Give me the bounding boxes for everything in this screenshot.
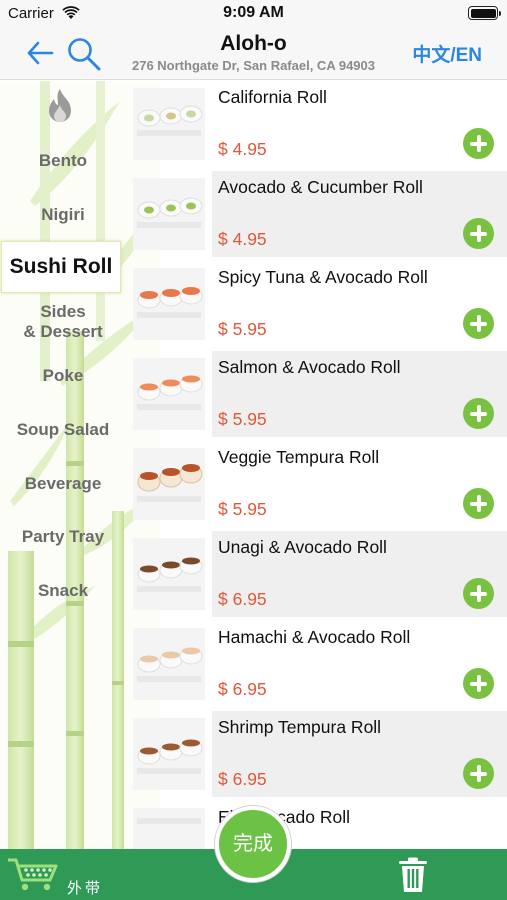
menu-item[interactable]: Spicy Tuna & Avocado Roll $ 5.95 [132,261,507,347]
add-item-button[interactable] [463,128,494,159]
item-price: $ 4.95 [218,229,267,249]
item-price: $ 4.95 [218,139,267,159]
item-name: Veggie Tempura Roll [218,447,380,467]
item-price: $ 5.95 [218,409,267,429]
ebi-avocado-roll-photo [133,808,205,849]
add-item-button[interactable] [463,218,494,249]
item-name: California Roll [218,87,327,107]
item-name: Spicy Tuna & Avocado Roll [218,267,428,287]
add-item-button[interactable] [463,758,494,789]
item-name: Unagi & Avocado Roll [218,537,387,557]
hamachi-avocado-roll-photo [133,628,205,700]
salmon-avocado-roll-photo [133,358,205,430]
category-soup-salad[interactable]: Soup Salad [0,420,126,440]
spicy-tuna-avocado-roll-photo [133,268,205,340]
status-bar: Carrier 9:09 AM [0,0,507,28]
item-name: Hamachi & Avocado Roll [218,627,411,647]
trash-icon[interactable] [397,857,429,893]
menu-content: Bento Nigiri Sushi Roll Sides & Dessert … [0,81,507,849]
menu-item[interactable]: Ebi Avocado Roll [132,801,507,849]
category-party-tray[interactable]: Party Tray [0,527,126,547]
takeout-label: 外带 [67,880,104,897]
nav-bar: Aloh-o 276 Northgate Dr, San Rafael, CA … [0,28,507,80]
done-button[interactable]: 完成 [215,806,291,882]
shrimp-tempura-roll-photo [133,718,205,790]
category-sides-dessert[interactable]: Sides & Dessert [0,302,126,342]
menu-item[interactable]: Shrimp Tempura Roll $ 6.95 [132,711,507,797]
add-item-button[interactable] [463,308,494,339]
category-poke[interactable]: Poke [0,366,126,386]
item-name: Avocado & Cucumber Roll [218,177,423,197]
avocado-cucumber-roll-photo [133,178,205,250]
add-item-button[interactable] [463,668,494,699]
category-sushi-roll[interactable]: Sushi Roll [1,241,121,293]
category-snack[interactable]: Snack [0,581,126,601]
menu-item[interactable]: California Roll $ 4.95 [132,81,507,167]
menu-item[interactable]: Avocado & Cucumber Roll $ 4.95 [132,171,507,257]
item-price: $ 6.95 [218,679,267,699]
item-price: $ 6.95 [218,589,267,609]
item-price: $ 5.95 [218,499,267,519]
add-item-button[interactable] [463,578,494,609]
fire-icon[interactable] [43,87,77,125]
veggie-tempura-roll-photo [133,448,205,520]
language-toggle-button[interactable]: 中文/EN [412,40,482,67]
category-beverage[interactable]: Beverage [0,474,126,494]
cart-icon[interactable] [6,856,64,894]
unagi-avocado-roll-photo [133,538,205,610]
add-item-button[interactable] [463,488,494,519]
california-roll-photo [133,88,205,160]
menu-item[interactable]: Unagi & Avocado Roll $ 6.95 [132,531,507,617]
category-nigiri[interactable]: Nigiri [0,205,126,225]
menu-item[interactable]: Salmon & Avocado Roll $ 5.95 [132,351,507,437]
clock: 9:09 AM [223,4,284,21]
item-name: Salmon & Avocado Roll [218,357,401,377]
menu-item[interactable]: Veggie Tempura Roll $ 5.95 [132,441,507,527]
menu-item[interactable]: Hamachi & Avocado Roll $ 6.95 [132,621,507,707]
item-name: Shrimp Tempura Roll [218,717,382,737]
item-price: $ 5.95 [218,319,267,339]
item-price: $ 6.95 [218,769,267,789]
category-bento[interactable]: Bento [0,151,126,171]
battery-icon [468,6,501,20]
add-item-button[interactable] [463,398,494,429]
